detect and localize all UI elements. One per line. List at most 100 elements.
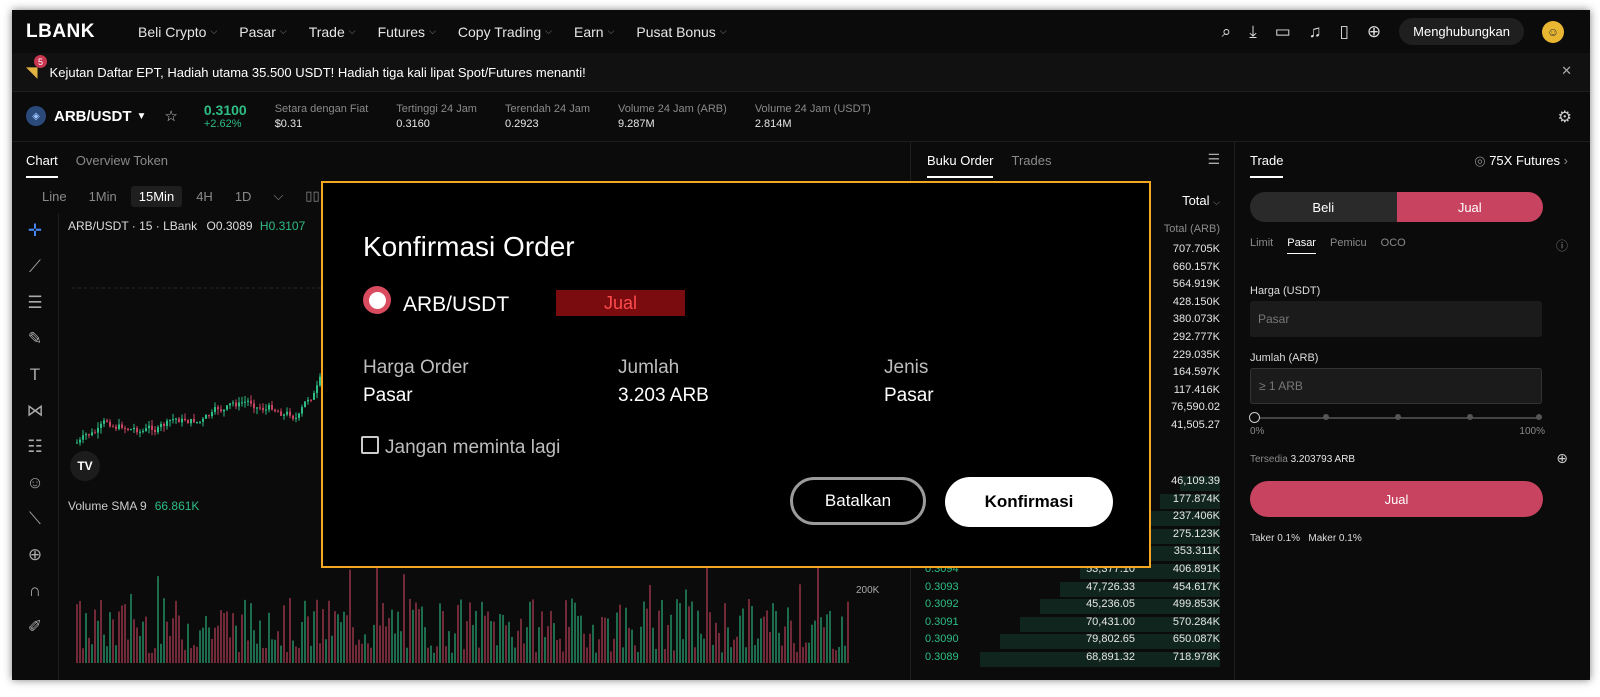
bid-row[interactable]: 0.3093 47,726.33 454.617K — [925, 581, 1220, 599]
close-icon[interactable]: ✕ — [1561, 63, 1572, 79]
ask-row[interactable]: 229.035K — [1171, 349, 1220, 367]
ask-row[interactable]: 380.073K — [1171, 313, 1220, 331]
globe-icon[interactable]: ⊕ — [1367, 22, 1381, 42]
bid-row[interactable]: 0.3090 79,802.65 650.087K — [925, 633, 1220, 651]
buy-tab[interactable]: Beli — [1250, 192, 1397, 222]
futures-link[interactable]: ◎ 75X Futures › — [1474, 153, 1568, 169]
candle-body — [289, 411, 291, 416]
slider-step[interactable] — [1467, 414, 1473, 420]
crosshair-icon[interactable]: ✛ — [12, 213, 58, 249]
tab-trade[interactable]: Trade — [1250, 143, 1284, 178]
nav-earn[interactable]: Earn ⌵ — [574, 24, 614, 40]
volume-bar — [739, 615, 741, 663]
order-type-limit[interactable]: Limit — [1250, 237, 1273, 254]
notification-bell-icon[interactable]: ♫ — [1309, 22, 1322, 42]
zoom-in-icon[interactable]: ⊕ — [12, 537, 58, 573]
slider-step[interactable] — [1323, 414, 1329, 420]
connect-button[interactable]: Menghubungkan — [1399, 18, 1524, 45]
ask-row[interactable]: 117.416K — [1171, 384, 1220, 402]
tradingview-logo[interactable]: TV — [70, 451, 100, 481]
interval-4h[interactable]: 4H — [188, 186, 221, 207]
ask-row[interactable]: 660.157K — [1171, 261, 1220, 279]
volume-bar — [244, 599, 246, 663]
bid-row[interactable]: 0.3092 45,236.05 499.853K — [925, 598, 1220, 616]
confirm-button[interactable]: Konfirmasi — [945, 477, 1113, 527]
ruler-icon[interactable]: ⟍ — [12, 501, 58, 537]
interval-1d[interactable]: 1D — [227, 186, 260, 207]
interval-15min[interactable]: 15Min — [130, 185, 183, 207]
pencil-icon[interactable]: ✐ — [12, 609, 58, 645]
ask-row[interactable]: 41,505.27 — [1171, 419, 1220, 437]
add-funds-icon[interactable]: ⊕ — [1556, 450, 1568, 467]
pair-selector[interactable]: ◈ ARB/USDT ▼ — [26, 106, 146, 126]
interval-line[interactable]: Line — [34, 186, 75, 207]
tab-overview-token[interactable]: Overview Token — [76, 153, 168, 168]
nav-pusat-bonus[interactable]: Pusat Bonus ⌵ — [636, 24, 726, 40]
order-type-pasar[interactable]: Pasar — [1287, 237, 1316, 254]
ask-row[interactable]: 292.777K — [1171, 331, 1220, 349]
ask-row[interactable]: 428.150K — [1171, 296, 1220, 314]
slider-step[interactable] — [1395, 414, 1401, 420]
magnet-icon[interactable]: ∩ — [12, 573, 58, 609]
volume-bar — [754, 645, 756, 663]
bid-row[interactable]: 0.3091 70,431.00 570.284K — [925, 616, 1220, 634]
price-input[interactable]: Pasar — [1250, 301, 1542, 337]
nav-trade[interactable]: Trade ⌵ — [309, 24, 356, 40]
bid-price: 0.3092 — [925, 598, 959, 611]
tab-trades[interactable]: Trades — [1011, 153, 1051, 168]
nav-copy-trading[interactable]: Copy Trading ⌵ — [458, 24, 552, 40]
cancel-button[interactable]: Batalkan — [790, 477, 926, 525]
ask-row[interactable]: 707.705K — [1171, 243, 1220, 261]
volume-bar — [592, 624, 594, 663]
sell-tab[interactable]: Jual — [1396, 192, 1543, 222]
text-icon[interactable]: T — [12, 357, 58, 393]
ask-row[interactable]: 164.597K — [1171, 366, 1220, 384]
volume-bar — [724, 603, 726, 663]
nav-beli-crypto[interactable]: Beli Crypto ⌵ — [138, 24, 217, 40]
sell-button[interactable]: Jual — [1250, 481, 1543, 517]
wallet-icon[interactable]: ▭ — [1275, 22, 1291, 42]
tab-buku-order[interactable]: Buku Order — [927, 143, 994, 178]
trend-line-icon[interactable]: ⟋ — [12, 249, 58, 285]
search-icon[interactable]: ⌕ — [1222, 22, 1232, 42]
stat-fiat: Setara dengan Fiat $0.31 — [275, 103, 369, 130]
order-type-oco[interactable]: OCO — [1381, 237, 1406, 254]
amount-input[interactable]: ≥ 1 ARB — [1250, 368, 1542, 404]
pattern-icon[interactable]: ⋈ — [12, 393, 58, 429]
total-dropdown[interactable]: Total ⌵ — [1182, 193, 1220, 208]
order-document-icon[interactable]: ▯ — [1340, 22, 1349, 42]
banner-text[interactable]: Kejutan Daftar EPT, Hadiah utama 35.500 … — [50, 65, 586, 80]
horizontal-lines-icon[interactable]: ☰ — [12, 285, 58, 321]
brush-icon[interactable]: ✎ — [12, 321, 58, 357]
dont-ask-checkbox[interactable] — [361, 436, 379, 454]
volume-bar — [160, 643, 162, 663]
ask-row[interactable]: 76,590.02 — [1171, 401, 1220, 419]
download-icon[interactable]: ⤓ — [1249, 22, 1257, 42]
nav-futures[interactable]: Futures ⌵ — [378, 24, 436, 40]
ask-row[interactable]: 564.919K — [1171, 278, 1220, 296]
slider-handle[interactable] — [1249, 412, 1260, 423]
dont-ask-label[interactable]: Jangan meminta lagi — [385, 437, 560, 459]
slider-step[interactable] — [1536, 414, 1542, 420]
interval-1min[interactable]: 1Min — [81, 186, 125, 207]
avatar[interactable]: ☺ — [1542, 20, 1564, 43]
lbank-logo[interactable]: LBANK — [26, 21, 138, 43]
volume-bar — [232, 613, 234, 663]
help-icon[interactable]: ⓘ — [1556, 237, 1568, 254]
amount-slider[interactable] — [1249, 412, 1542, 423]
favorite-star-icon[interactable]: ☆ — [164, 107, 177, 125]
emoji-icon[interactable]: ☺ — [12, 465, 58, 501]
filter-icon[interactable]: ☰ — [1207, 151, 1220, 168]
volume-bar — [478, 647, 480, 663]
bid-row[interactable]: 0.3089 68,891.32 718.978K — [925, 651, 1220, 669]
chevron-down-icon[interactable]: ⌵ — [265, 185, 291, 207]
settings-icon[interactable]: ⚙ — [1558, 107, 1572, 127]
fee-info: Taker 0.1% Maker 0.1% — [1250, 533, 1362, 544]
volume-bar — [628, 627, 630, 663]
forecast-icon[interactable]: ☷ — [12, 429, 58, 465]
stat-label: Volume 24 Jam (ARB) — [617, 102, 727, 115]
side-badge: Jual — [556, 290, 685, 316]
order-type-pemicu[interactable]: Pemicu — [1330, 237, 1367, 254]
tab-chart[interactable]: Chart — [26, 143, 58, 178]
nav-pasar[interactable]: Pasar ⌵ — [239, 24, 286, 40]
